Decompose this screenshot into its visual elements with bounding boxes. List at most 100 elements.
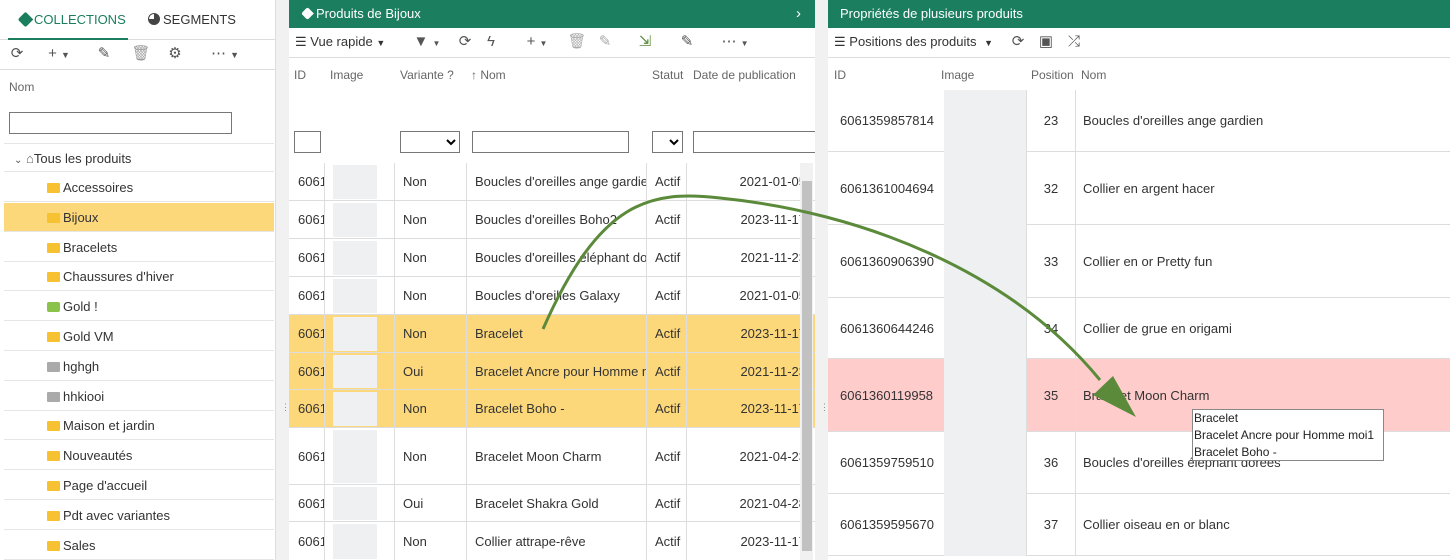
edit-money-button[interactable]: ✎ bbox=[673, 28, 701, 56]
product-thumbnail bbox=[333, 355, 377, 388]
scrollbar-thumb[interactable] bbox=[802, 181, 812, 551]
table-row[interactable]: 6061360906390 33 Collier en or Pretty fun bbox=[828, 225, 1450, 298]
tree-item[interactable]: Accessoires bbox=[4, 173, 274, 202]
settings-money-button[interactable]: ⚙ bbox=[162, 40, 188, 68]
column-header-id[interactable]: ID bbox=[294, 68, 306, 82]
cell-name: Collier en argent hacer bbox=[1083, 180, 1215, 196]
cell-id: 6061 bbox=[289, 390, 325, 427]
table-row[interactable]: 6061 Non Bracelet Moon Charm Actif 2021-04-2… bbox=[289, 428, 815, 485]
column-header-date[interactable]: Date de publication bbox=[693, 68, 796, 82]
cell-position: 33 bbox=[1026, 225, 1076, 297]
add-button[interactable]: + ▼ bbox=[40, 40, 78, 68]
positions-view-button[interactable]: ☰ Positions des produits ▼ bbox=[834, 28, 1004, 56]
edit-money-button[interactable]: ✎ bbox=[92, 40, 116, 68]
name-filter-input[interactable] bbox=[9, 112, 232, 134]
table-row[interactable]: 6061 Non Collier attrape-rêve Actif 2023-11-… bbox=[289, 522, 815, 560]
column-header-name[interactable]: ↑ Nom bbox=[471, 68, 506, 82]
shuffle-icon: ⤮ bbox=[1067, 33, 1080, 50]
tree-item[interactable]: Maison et jardin bbox=[4, 411, 274, 441]
products-scrollbar[interactable] bbox=[800, 163, 813, 560]
tree-item[interactable]: Pdt avec variantes bbox=[4, 501, 274, 530]
tree-item[interactable]: Chaussures d'hiver bbox=[4, 262, 274, 292]
cell-variant: Non bbox=[395, 277, 467, 314]
tree-item[interactable]: hhkiooi bbox=[4, 382, 274, 411]
table-row[interactable]: 6061 Non Bracelet Actif 2023-11-17 bbox=[289, 315, 815, 353]
tree-item-label: hhkiooi bbox=[63, 388, 105, 404]
id-filter-input[interactable] bbox=[294, 131, 321, 153]
cell-name: Collier attrape-rêve bbox=[467, 522, 647, 560]
cell-date: 2021-04-23 bbox=[687, 428, 807, 484]
table-row[interactable]: 6061360644246 34 Collier de grue en origam… bbox=[828, 298, 1450, 359]
delete-button[interactable]: 🗑 bbox=[130, 40, 152, 68]
products-toolbar: ☰ Vue rapide ▼ ▼ ▼ ⟳ ϟ + ▼ 🗑 ✎ ⇲ ✎ ⋯ ▼ bbox=[289, 28, 815, 58]
right-splitter[interactable]: ⋮ bbox=[815, 0, 829, 560]
tree-item[interactable]: Page d'accueil bbox=[4, 471, 274, 500]
tree-item-label: Chaussures d'hiver bbox=[63, 269, 174, 285]
cell-status: Actif bbox=[647, 315, 687, 352]
column-header-id[interactable]: ID bbox=[834, 68, 846, 82]
tree-item[interactable]: Bracelets bbox=[4, 233, 274, 262]
tree-item-label: Page d'accueil bbox=[63, 478, 148, 493]
column-header-status[interactable]: Statut bbox=[652, 68, 683, 82]
cell-status: Actif bbox=[647, 163, 687, 200]
more-button[interactable]: ⋯ ▼ bbox=[204, 40, 246, 68]
table-row[interactable]: 6061 Non Boucles d'oreilles Galaxy Actif 202… bbox=[289, 277, 815, 315]
tree-root[interactable]: ⌄ ⌂Tous les produits bbox=[4, 143, 274, 172]
lightning-button[interactable]: ϟ bbox=[481, 28, 501, 56]
quick-view-button[interactable]: ☰ Vue rapide ▼ bbox=[295, 28, 399, 56]
filter-button[interactable]: ▼ ▼ bbox=[407, 28, 447, 56]
column-header-variant[interactable]: Variante ? bbox=[400, 68, 454, 82]
column-header-name[interactable]: Nom bbox=[1081, 68, 1106, 82]
shuffle-button[interactable]: ⤮ bbox=[1064, 28, 1084, 56]
tree-item[interactable]: Sales bbox=[4, 531, 274, 560]
save-icon: ▣ bbox=[1038, 33, 1054, 50]
table-row[interactable]: 6061 NonBoucles d'oreilles éléphant dorée… bbox=[289, 239, 815, 277]
refresh-button[interactable]: ⟳ bbox=[1008, 28, 1028, 56]
cell-id: 6061359759510 bbox=[840, 455, 934, 470]
tree-root-label: Tous les produits bbox=[33, 151, 132, 166]
table-row[interactable]: 6061 Non Bracelet Boho - Actif 2023-11-17 bbox=[289, 390, 815, 428]
chevron-right-icon[interactable]: › bbox=[796, 0, 801, 28]
tree-item[interactable]: Nouveautés bbox=[4, 441, 274, 471]
home-icon: ⌂ bbox=[26, 151, 34, 166]
date-filter-input[interactable] bbox=[693, 131, 815, 153]
add-button[interactable]: + ▼ bbox=[517, 28, 557, 56]
table-row[interactable]: 6061 Non Boucles d'oreilles ange gardien Ac… bbox=[289, 163, 815, 201]
refresh-button[interactable]: ⟳ bbox=[6, 40, 28, 68]
column-header-image[interactable]: Image bbox=[330, 68, 363, 82]
positions-view-label: Positions des produits bbox=[849, 34, 977, 49]
tree-item[interactable]: Gold VM bbox=[4, 322, 274, 351]
tab-segments[interactable]: SEGMENTS bbox=[148, 0, 268, 40]
column-header-position[interactable]: Position bbox=[1031, 68, 1074, 82]
tree-item[interactable]: Gold ! bbox=[4, 292, 274, 322]
tree-item[interactable]: hghgh bbox=[4, 352, 274, 381]
edit-multiple-icon: ✎ bbox=[598, 33, 612, 50]
table-row[interactable]: 6061359857814 23 Boucles d'oreilles ange g… bbox=[828, 90, 1450, 152]
save-button[interactable]: ▣ bbox=[1036, 28, 1056, 56]
column-header-image[interactable]: Image bbox=[941, 68, 974, 82]
table-row[interactable]: 6061 OuiBracelet Ancre pour Homme moi1Act… bbox=[289, 353, 815, 390]
products-title-bar: Produits de Bijoux › bbox=[289, 0, 815, 28]
name-filter-input[interactable] bbox=[472, 131, 629, 153]
left-splitter[interactable]: ⋮ bbox=[276, 0, 290, 560]
status-filter-select[interactable] bbox=[652, 131, 683, 153]
folder-icon bbox=[47, 391, 60, 402]
table-row[interactable]: 6061 Non Boucles d'oreilles Boho2 Actif 2023… bbox=[289, 201, 815, 239]
table-row[interactable]: 6061 Oui Bracelet Shakra Gold Actif 2021-04-… bbox=[289, 485, 815, 522]
cell-variant: Oui bbox=[395, 485, 467, 521]
table-row[interactable]: 6061359595670 37 Collier oiseau en or blan… bbox=[828, 494, 1450, 556]
tab-collections[interactable]: COLLECTIONS bbox=[8, 0, 128, 40]
cell-status: Actif bbox=[647, 277, 687, 314]
cell-date: 2023-11-17 bbox=[687, 522, 807, 560]
table-row[interactable]: 6061361004694 32 Collier en argent hacer bbox=[828, 152, 1450, 225]
refresh-button[interactable]: ⟳ bbox=[455, 28, 475, 56]
tree-item[interactable]: Bijoux bbox=[4, 202, 274, 232]
export-button[interactable]: ⇲ bbox=[633, 28, 657, 56]
product-positions-panel: Propriétés de plusieurs produits ☰ Posit… bbox=[828, 0, 1450, 560]
delete-button[interactable]: 🗑 bbox=[566, 28, 588, 56]
more-button[interactable]: ⋯ ▼ bbox=[715, 28, 755, 56]
variant-filter-select[interactable] bbox=[400, 131, 460, 153]
edit-multiple-button[interactable]: ✎ bbox=[594, 28, 616, 56]
tag-icon bbox=[17, 11, 34, 28]
cell-status: Actif bbox=[647, 485, 687, 521]
